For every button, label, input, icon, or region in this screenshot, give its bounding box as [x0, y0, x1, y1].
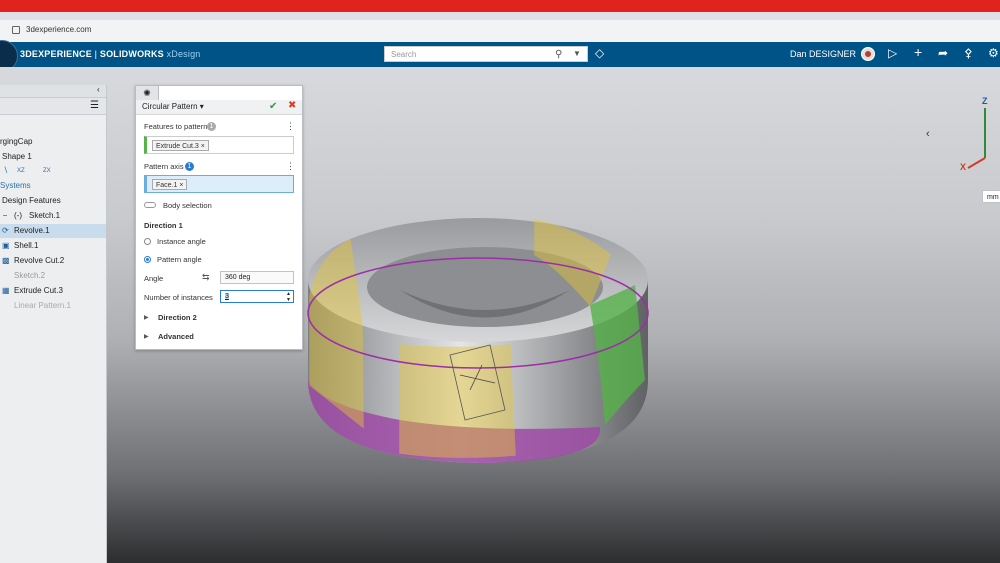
cancel-x-icon[interactable]: ✖ — [288, 100, 296, 111]
search-icon[interactable]: ⚲ — [555, 49, 562, 60]
shell-icon: ▣ — [2, 241, 10, 250]
remove-chip-icon: × — [179, 182, 184, 189]
orientation-triad[interactable]: Z X — [960, 96, 990, 176]
flip-direction-icon[interactable]: ⇆ — [202, 272, 210, 283]
angle-label: Angle — [144, 274, 164, 283]
plane-xz-icon[interactable]: XZ — [17, 164, 25, 178]
address-bar[interactable]: 3dexperience.com — [0, 20, 1000, 43]
dialog-titlebar: Circular Pattern ▾ ✔ ✖ — [136, 100, 302, 115]
body-selection-label: Body selection — [163, 201, 212, 210]
chevron-left-icon[interactable]: ‹ — [926, 128, 930, 140]
instance-angle-radio[interactable] — [144, 238, 151, 245]
menu-icon[interactable]: ☰ — [90, 100, 99, 111]
add-icon[interactable]: + — [914, 44, 922, 60]
instance-angle-label: Instance angle — [157, 237, 206, 246]
3d-model[interactable] — [300, 205, 660, 470]
avatar[interactable] — [861, 47, 875, 61]
advanced-caret-icon[interactable]: ▶ — [144, 333, 149, 340]
instances-label: Number of instances — [144, 293, 213, 302]
dialog-title[interactable]: Circular Pattern ▾ — [142, 102, 204, 111]
revolve-cut-icon: ▩ — [2, 256, 10, 265]
browser-top-bar — [0, 0, 1000, 12]
tree-item-design-features[interactable]: Design Features — [0, 194, 106, 208]
triad-z-label: Z — [982, 96, 988, 106]
network-icon[interactable]: ⚴ — [964, 46, 973, 60]
revolve-icon: ⟳ — [2, 226, 9, 235]
pattern-angle-label: Pattern angle — [157, 255, 202, 264]
extrude-cut-icon: ▦ — [2, 286, 10, 295]
tree-plane-row: ∖ XZ ZX — [0, 164, 106, 178]
tree-item-linear-pattern1[interactable]: Linear Pattern.1 — [0, 299, 106, 313]
chevron-down-icon[interactable]: ▼ — [573, 49, 581, 58]
circular-pattern-dialog: ✺ Circular Pattern ▾ ✔ ✖ Features to pat… — [135, 85, 303, 350]
tree-item-revolve-cut2[interactable]: ▩ Revolve Cut.2 — [0, 254, 106, 268]
pattern-angle-radio[interactable] — [144, 256, 151, 263]
collapse-icon[interactable]: ‹ — [97, 85, 100, 94]
share-icon[interactable]: ➦ — [938, 46, 948, 60]
triad-x-label: X — [960, 162, 967, 172]
unit-selector[interactable]: mm — [982, 190, 1000, 203]
tree-item-revolve1[interactable]: ⟳ Revolve.1 — [0, 224, 106, 238]
pattern-axis-label: Pattern axis — [144, 162, 184, 171]
remove-chip-icon: × — [200, 143, 205, 150]
features-more-icon[interactable]: ⋮ — [286, 121, 295, 132]
user-name[interactable]: Dan DESIGNER — [790, 49, 856, 59]
spin-arrows-icon[interactable]: ▲ ▼ — [286, 291, 291, 303]
angle-input[interactable]: 360 deg — [220, 271, 294, 284]
tree-item-sketch2[interactable]: Sketch.2 — [0, 269, 106, 283]
plane-zx-icon[interactable]: ZX — [43, 164, 51, 178]
search-input[interactable]: Search ⚲ ▼ — [384, 46, 588, 62]
plane-icon[interactable]: ∖ — [3, 164, 8, 178]
tree-root[interactable]: rgingCap — [0, 135, 106, 149]
direction1-heading: Direction 1 — [144, 221, 183, 230]
tag-icon[interactable]: ◇ — [595, 46, 604, 60]
advanced-section[interactable]: Advanced — [158, 332, 194, 341]
browser-tab-strip — [0, 12, 1000, 20]
instances-input[interactable]: 3 ▲ ▼ — [220, 290, 294, 303]
direction2-section[interactable]: Direction 2 — [158, 313, 197, 322]
axis-more-icon[interactable]: ⋮ — [286, 161, 295, 172]
features-to-pattern-label: Features to pattern — [144, 122, 208, 131]
tree-header: ‹ — [0, 85, 106, 98]
url-text[interactable]: 3dexperience.com — [26, 25, 91, 34]
chat-icon[interactable]: ▷ — [888, 46, 897, 60]
feature-tree-panel: ‹ ☰ rgingCap Shape 1 ∖ XZ ZX Systems Des… — [0, 85, 107, 563]
features-count-badge: 1 — [207, 122, 216, 131]
tree-item-sketch1[interactable]: ⎯ (-) Sketch.1 — [0, 209, 106, 223]
lock-icon — [12, 26, 20, 34]
tree-item-shell1[interactable]: ▣ Shell.1 — [0, 239, 106, 253]
extrude-cut-highlight-front — [399, 344, 516, 458]
feature-chip[interactable]: Extrude Cut.3 × — [152, 140, 209, 151]
pattern-tab-icon[interactable]: ✺ — [135, 85, 159, 101]
sketch-icon: ⎯ — [3, 211, 7, 220]
tree-toolbar: ☰ — [0, 98, 106, 115]
app-header: 3DEXPERIENCE | SOLIDWORKS xDesign Search… — [0, 40, 1000, 72]
features-selection-box[interactable]: Extrude Cut.3 × — [144, 136, 294, 154]
tree-item-systems[interactable]: Systems — [0, 179, 106, 193]
confirm-check-icon[interactable]: ✔ — [269, 101, 277, 112]
tree-item-shape[interactable]: Shape 1 — [0, 150, 106, 164]
body-selection-toggle[interactable] — [144, 202, 156, 208]
axis-selection-box[interactable]: Face.1 × — [144, 175, 294, 193]
direction2-caret-icon[interactable]: ▶ — [144, 314, 149, 321]
tree-item-extrude-cut3[interactable]: ▦ Extrude Cut.3 — [0, 284, 106, 298]
axis-chip[interactable]: Face.1 × — [152, 179, 188, 190]
axis-count-badge: 1 — [185, 162, 194, 171]
tools-icon[interactable]: ⚙ — [988, 46, 999, 60]
app-title: 3DEXPERIENCE | SOLIDWORKS xDesign — [20, 49, 201, 59]
